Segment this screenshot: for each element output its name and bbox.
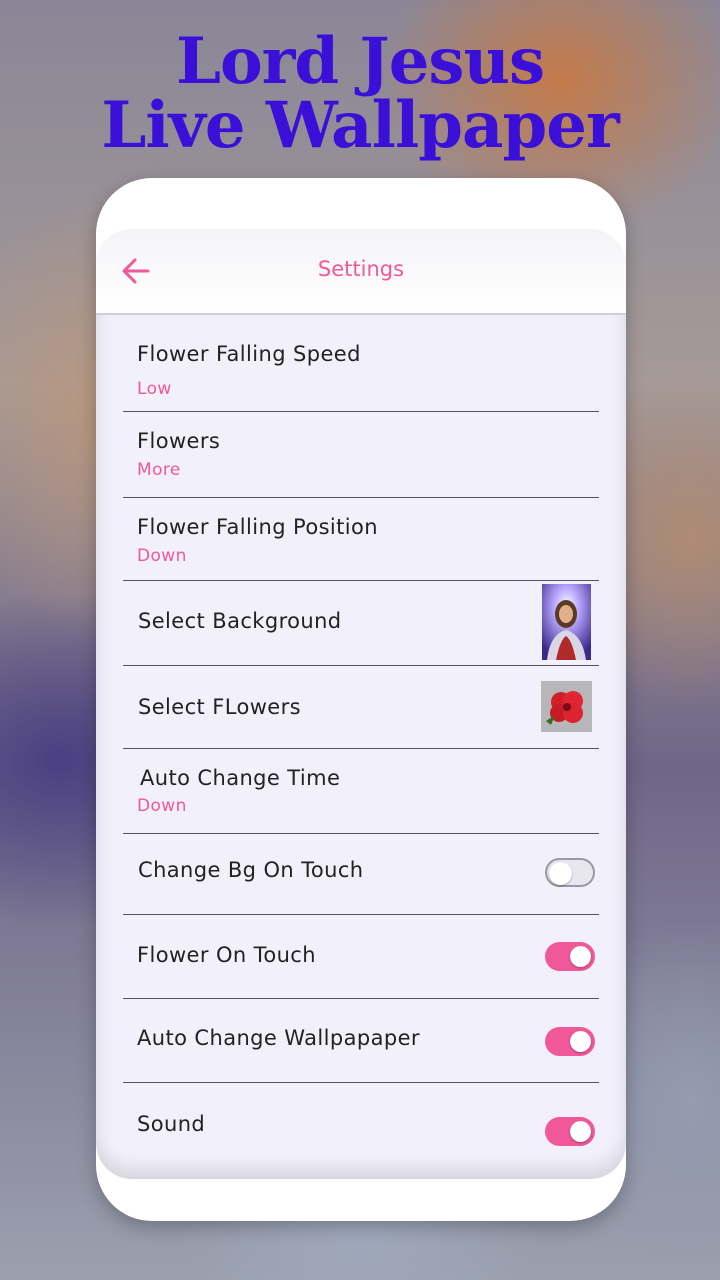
toggle-knob xyxy=(570,1031,591,1052)
setting-value: Down xyxy=(137,546,187,566)
promo-title-line-2: Live Wallpaper xyxy=(101,88,619,163)
page-title: Settings xyxy=(317,257,405,281)
change-bg-on-touch-toggle[interactable] xyxy=(545,858,595,887)
flower-on-touch-toggle[interactable] xyxy=(545,942,595,971)
setting-value: More xyxy=(137,460,181,480)
setting-change-bg-on-touch[interactable]: Change Bg On Touch xyxy=(123,834,599,915)
jesus-portrait-image[interactable] xyxy=(542,584,591,660)
setting-title: Flower Falling Speed xyxy=(137,342,361,366)
setting-title: Flowers xyxy=(137,429,221,453)
setting-select-background[interactable]: Select Background xyxy=(123,581,599,666)
app-bar: Settings xyxy=(96,229,626,315)
setting-auto-change-wallpaper[interactable]: Auto Change Wallpapaper xyxy=(123,999,599,1083)
setting-flower-falling-speed[interactable]: Flower Falling Speed Low xyxy=(123,315,599,412)
auto-change-wallpaper-toggle[interactable] xyxy=(545,1027,595,1056)
setting-title: Change Bg On Touch xyxy=(138,858,364,882)
setting-flower-on-touch[interactable]: Flower On Touch xyxy=(123,915,599,999)
setting-title: Select FLowers xyxy=(138,695,301,719)
setting-title: Auto Change Wallpapaper xyxy=(137,1026,420,1050)
setting-title: Flower Falling Position xyxy=(137,515,378,539)
setting-value: Low xyxy=(137,379,172,399)
toggle-knob xyxy=(549,862,572,885)
setting-flowers[interactable]: Flowers More xyxy=(123,412,599,498)
sound-toggle[interactable] xyxy=(545,1117,595,1146)
setting-title: Select Background xyxy=(138,609,342,633)
setting-value: Down xyxy=(137,796,187,816)
settings-screen: Settings Flower Falling Speed Low Flower… xyxy=(96,229,626,1179)
promo-title-line-1: Lord Jesus xyxy=(175,24,545,99)
toggle-knob xyxy=(570,946,591,967)
setting-title: Flower On Touch xyxy=(137,943,316,967)
setting-title: Sound xyxy=(137,1112,206,1136)
toggle-knob xyxy=(570,1121,591,1142)
red-hibiscus-image[interactable] xyxy=(541,681,592,732)
setting-auto-change-time[interactable]: Auto Change Time Down xyxy=(123,749,599,834)
setting-select-flowers[interactable]: Select FLowers xyxy=(123,666,599,749)
setting-sound[interactable]: Sound xyxy=(123,1083,599,1163)
setting-flower-falling-position[interactable]: Flower Falling Position Down xyxy=(123,498,599,581)
setting-title: Auto Change Time xyxy=(140,766,341,790)
